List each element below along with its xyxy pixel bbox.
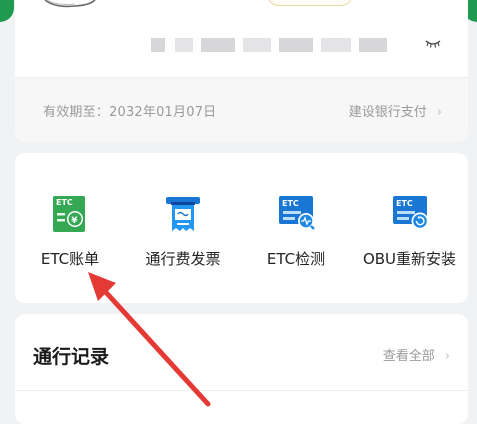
svg-text:ETC: ETC [282,199,299,208]
masked-card-number [175,38,193,52]
masked-card-number [359,38,387,52]
eye-closed-icon[interactable] [425,38,441,48]
chevron-right-icon: › [444,349,450,364]
divider [15,390,468,391]
service-label: ETC检测 [266,250,326,268]
green-accent-left [0,0,14,22]
masked-card-number [151,38,165,52]
masked-card-number [243,38,271,52]
payment-method-label: 建设银行支付 [348,105,427,120]
section-title: 通行记录 [33,346,110,368]
masked-card-number [279,38,313,52]
view-all-label: 查看全部 [382,349,435,364]
card-header [15,0,468,77]
chevron-right-icon: › [436,105,442,120]
invoice-icon [166,197,200,231]
status-pill[interactable] [267,0,353,6]
vehicle-thumbnail-icon [44,0,96,8]
validity-date: 有效期至：2032年01月07日 [43,105,217,120]
travel-records-card: 通行记录 查看全部 › [15,314,468,424]
service-label: OBU重新安装 [362,250,457,268]
service-etc-check[interactable]: ETC ETC检测 [241,153,351,303]
service-label: 通行费发票 [145,250,221,268]
svg-text:ETC: ETC [396,199,413,208]
etc-bill-icon: ETC ¥ [53,196,85,232]
service-obu-reinstall[interactable]: ETC OBU重新安装 [351,153,468,303]
services-grid: ETC ¥ ETC账单 通行费发票 ETC ETC检测 ETC OBU重新安装 [15,153,468,303]
masked-card-number [201,38,235,52]
service-label: ETC账单 [40,250,100,268]
payment-method-link[interactable]: 建设银行支付 › [349,101,442,120]
etc-check-icon: ETC [279,196,315,230]
etc-card[interactable]: 有效期至：2032年01月07日 建设银行支付 › [15,0,468,142]
svg-text:ETC: ETC [56,198,73,207]
service-toll-invoice[interactable]: 通行费发票 [125,153,241,303]
service-etc-bill[interactable]: ETC ¥ ETC账单 [15,153,125,303]
obu-reinstall-icon: ETC [393,196,429,230]
svg-text:¥: ¥ [71,216,78,226]
view-all-link[interactable]: 查看全部 › [383,345,450,364]
masked-card-number [321,38,351,52]
